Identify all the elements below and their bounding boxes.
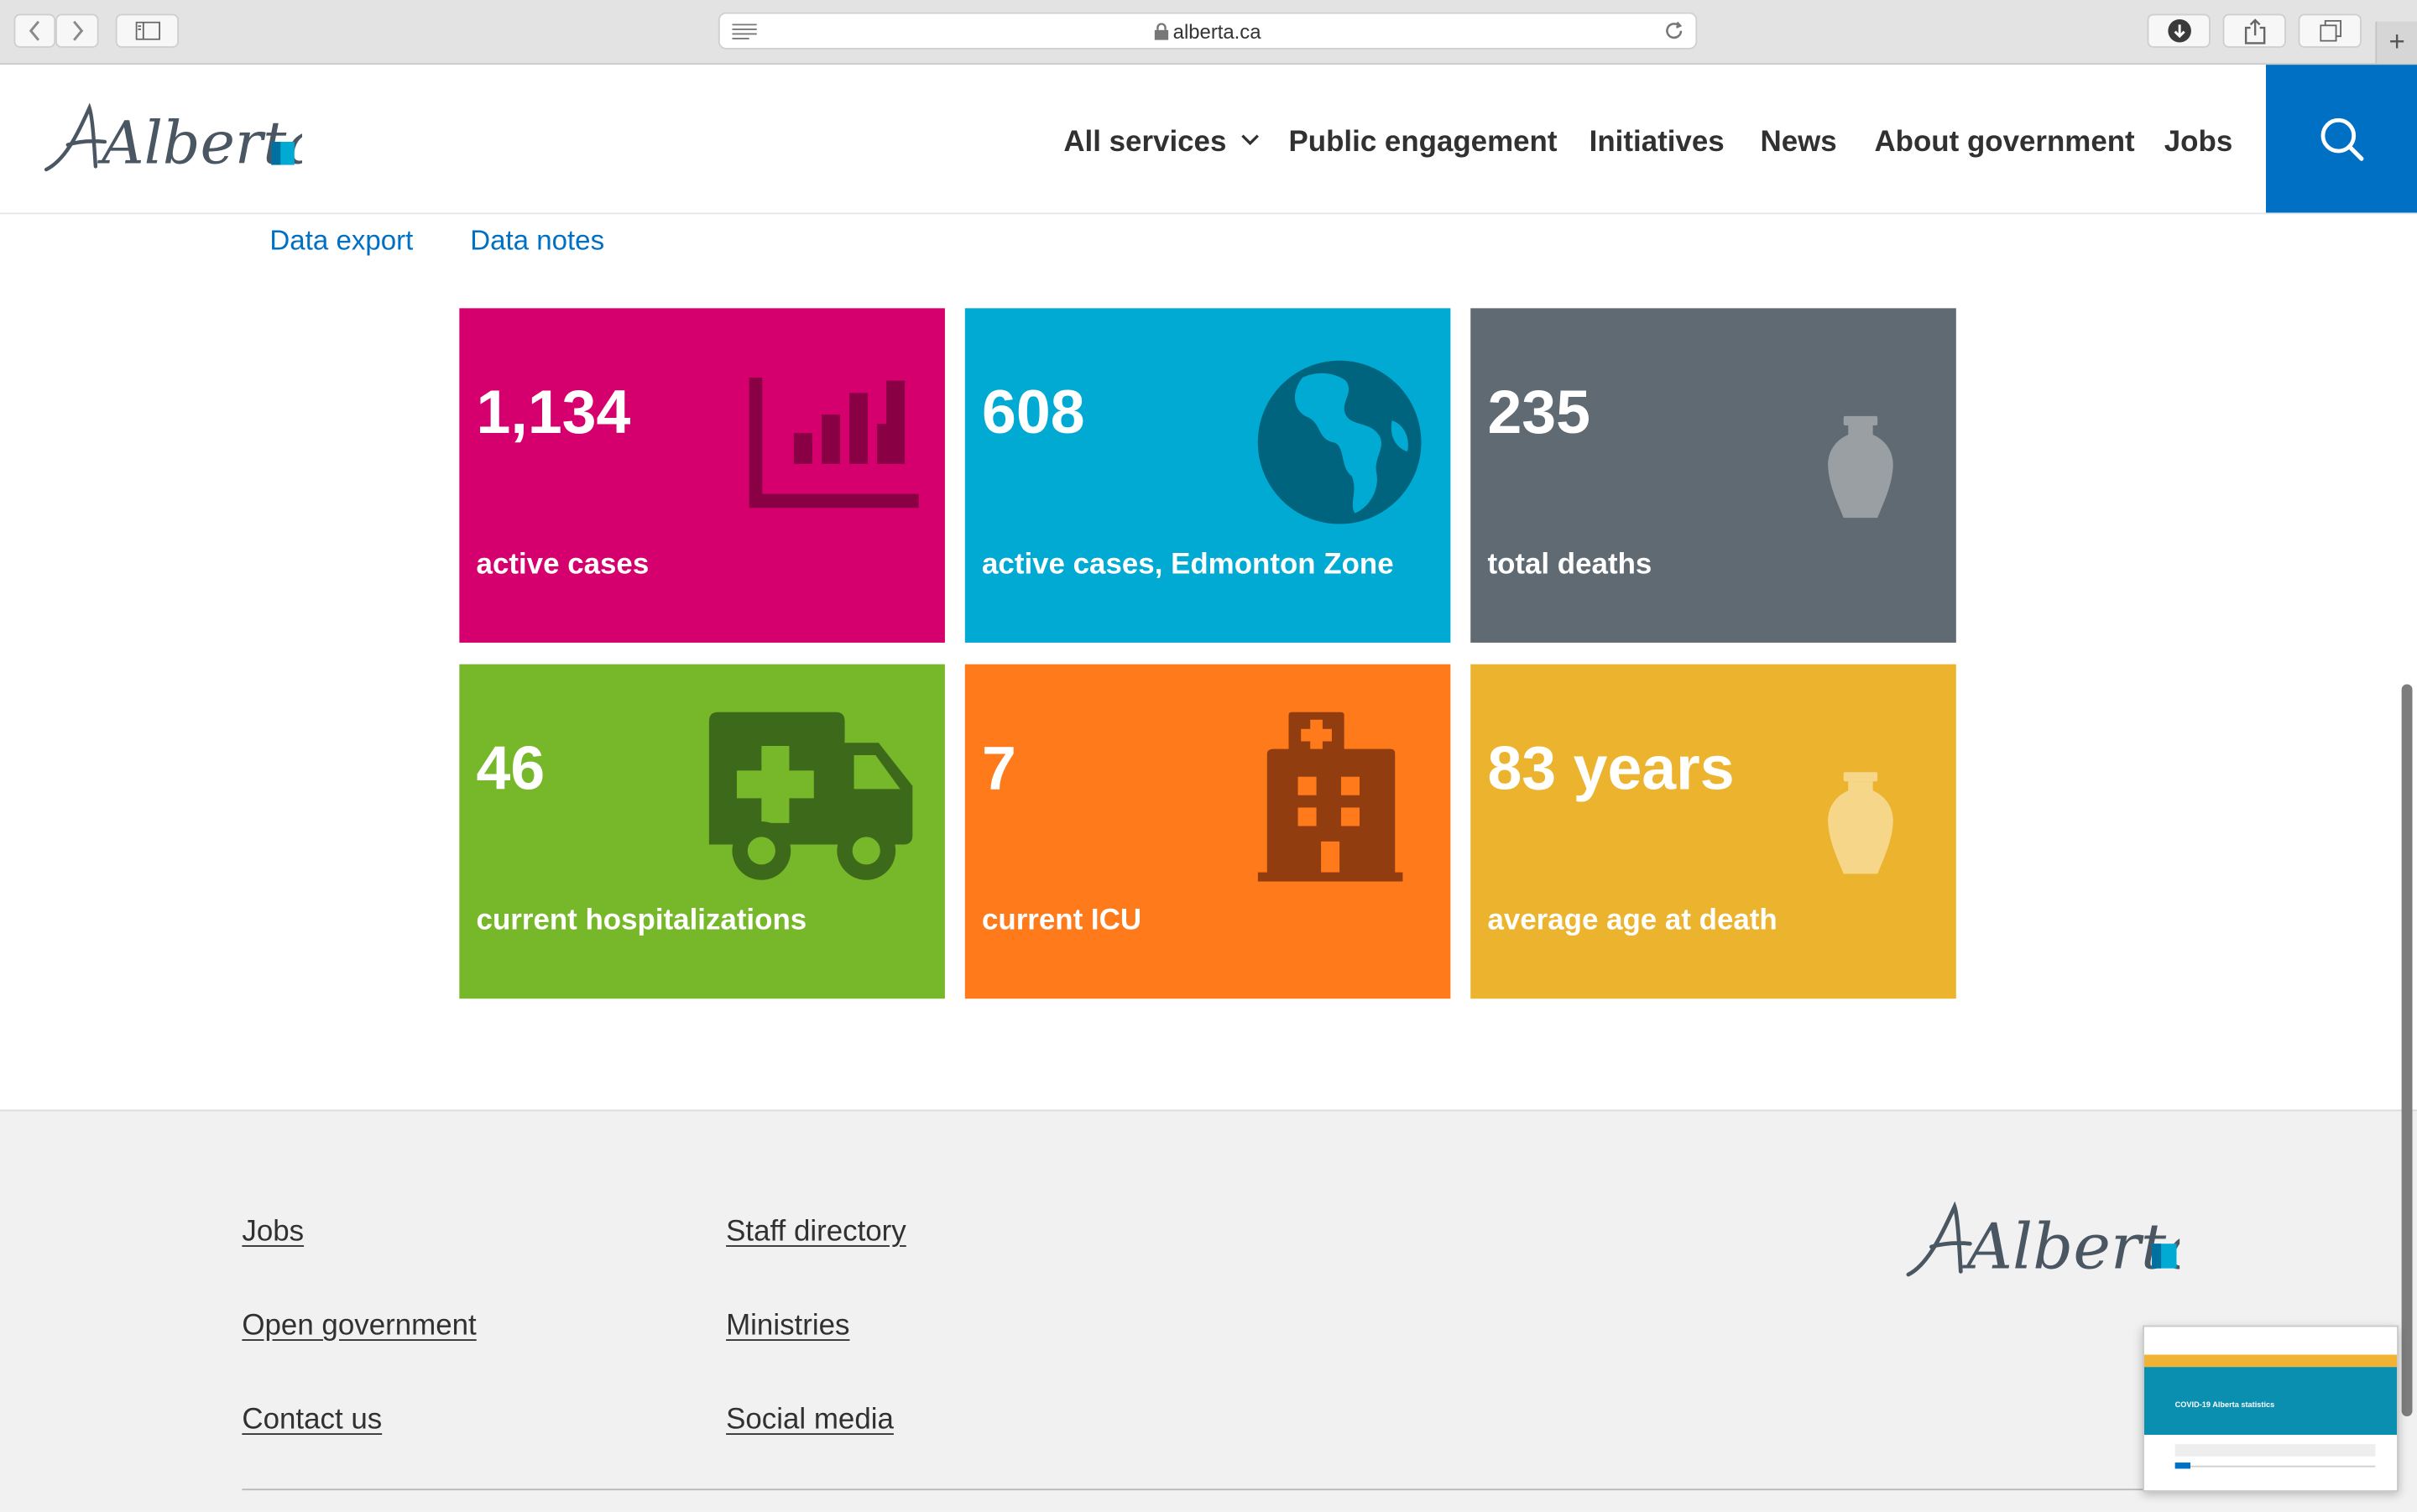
tile-active-cases: 1,134 active cases: [459, 308, 945, 643]
share-icon: [2244, 18, 2265, 44]
footer-link-social-media[interactable]: Social media: [726, 1404, 894, 1437]
site-header: Alberta All services Public engagement I…: [0, 65, 2417, 215]
tabs-icon: [2319, 19, 2341, 42]
footer-link-jobs[interactable]: Jobs: [242, 1216, 304, 1249]
tile-label: average age at death: [1487, 905, 1778, 937]
sidebar-button[interactable]: [115, 13, 180, 48]
alberta-logo[interactable]: Alberta: [43, 99, 321, 187]
tile-label: current hospitalizations: [476, 905, 807, 937]
data-export-link[interactable]: Data export: [269, 225, 413, 258]
footer-link-contact-us[interactable]: Contact us: [242, 1404, 382, 1437]
address-bar[interactable]: alberta.ca: [718, 12, 1698, 50]
nav-public-engagement[interactable]: Public engagement: [1289, 127, 1558, 160]
thumb-info-box: [2174, 1444, 2376, 1457]
back-button[interactable]: [13, 13, 56, 48]
sidebar-icon: [134, 21, 160, 40]
urn-icon: [1828, 415, 1893, 519]
tile-value: 46: [476, 735, 546, 803]
tile-value: 7: [982, 735, 1016, 803]
tabs-overview-button[interactable]: [2298, 13, 2362, 48]
scrollbar-thumb[interactable]: [2401, 684, 2413, 1416]
chevron-left-icon: [28, 20, 39, 41]
tile-total-deaths: 235 total deaths: [1470, 308, 1956, 643]
thumb-tab-line: [2174, 1465, 2376, 1468]
bar-chart-icon: [749, 378, 919, 508]
lock-icon: [1154, 23, 1169, 40]
tile-value: 83 years: [1487, 735, 1735, 803]
tile-current-icu: 7 current ICU: [964, 664, 1451, 999]
url-text: alberta.ca: [1172, 19, 1261, 44]
search-button[interactable]: [2266, 65, 2417, 213]
screenshot-thumbnail[interactable]: COVID-19 Alberta statistics: [2143, 1325, 2399, 1492]
reload-icon[interactable]: [1663, 20, 1685, 42]
thumb-active-tab: [2174, 1462, 2191, 1469]
footer-link-open-government[interactable]: Open government: [242, 1310, 476, 1343]
ambulance-icon: [708, 712, 913, 880]
footer-link-ministries[interactable]: Ministries: [726, 1310, 849, 1343]
alberta-logo-graphic: Alberta: [44, 102, 321, 178]
nav-initiatives[interactable]: Initiatives: [1590, 127, 1725, 160]
share-button[interactable]: [2222, 13, 2286, 48]
chevron-right-icon: [73, 20, 84, 41]
search-icon: [2320, 117, 2364, 161]
footer-link-staff-directory[interactable]: Staff directory: [726, 1216, 906, 1249]
tile-label: active cases: [476, 548, 650, 581]
nav-all-services[interactable]: All services: [1063, 127, 1259, 160]
nav-all-services-label: All services: [1063, 126, 1227, 159]
tile-value: 608: [982, 378, 1085, 447]
thumb-header: [2143, 1327, 2398, 1357]
tile-value: 235: [1487, 378, 1591, 447]
tile-hospitalizations: 46 current hospitalizations: [459, 664, 945, 999]
nav-news[interactable]: News: [1761, 127, 1837, 160]
footer-logo-text: Alberta: [1962, 1210, 2179, 1284]
thumb-hero: COVID-19 Alberta statistics: [2143, 1367, 2398, 1436]
chevron-down-icon: [1241, 134, 1259, 146]
tile-average-age-death: 83 years average age at death: [1470, 664, 1956, 999]
thumb-title: COVID-19 Alberta statistics: [2174, 1400, 2275, 1410]
tile-label: current ICU: [982, 905, 1142, 937]
thumb-alert-bar: [2143, 1354, 2398, 1368]
browser-toolbar: alberta.ca +: [0, 0, 2417, 65]
nav-about-government[interactable]: About government: [1874, 127, 2134, 160]
tile-label: total deaths: [1487, 548, 1652, 581]
tile-active-cases-edmonton: 608 active cases, Edmonton Zone: [964, 308, 1451, 643]
globe-icon: [1257, 360, 1422, 524]
tile-value: 1,134: [476, 378, 631, 447]
download-icon: [2167, 18, 2191, 43]
footer-alberta-logo-graphic: Alberta: [1906, 1201, 2204, 1284]
new-tab-button[interactable]: +: [2375, 21, 2417, 64]
downloads-button[interactable]: [2147, 13, 2211, 48]
footer-alberta-logo[interactable]: Alberta: [1905, 1197, 2204, 1291]
urn-icon: [1828, 772, 1893, 874]
footer-divider: [242, 1489, 2393, 1491]
nav-jobs[interactable]: Jobs: [2164, 127, 2232, 160]
tile-label: active cases, Edmonton Zone: [982, 548, 1394, 581]
data-notes-link[interactable]: Data notes: [470, 225, 604, 258]
forward-button[interactable]: [55, 13, 99, 48]
hospital-icon: [1257, 712, 1403, 882]
site-footer: Jobs Open government Contact us Staff di…: [0, 1109, 2417, 1512]
